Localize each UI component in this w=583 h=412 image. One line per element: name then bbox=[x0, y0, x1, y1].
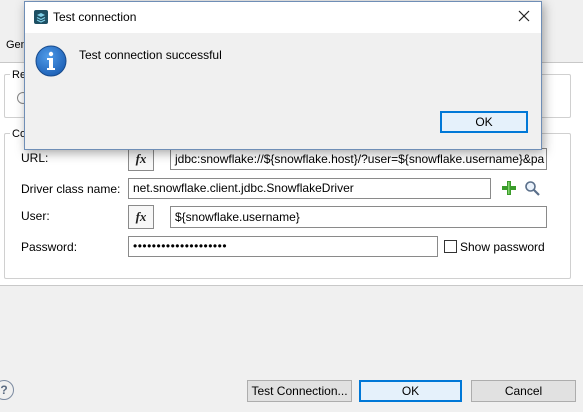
user-input[interactable]: ${snowflake.username} bbox=[170, 206, 547, 228]
show-password-checkbox[interactable] bbox=[444, 240, 457, 253]
user-expression-button[interactable]: fx bbox=[128, 205, 154, 229]
test-connection-button[interactable]: Test Connection... bbox=[247, 380, 352, 402]
password-input[interactable]: •••••••••••••••••••• bbox=[128, 236, 438, 257]
url-label: URL: bbox=[21, 151, 49, 165]
modal-title: Test connection bbox=[53, 10, 137, 24]
ok-button[interactable]: OK bbox=[359, 380, 462, 402]
help-icon[interactable]: ? bbox=[0, 380, 14, 400]
cancel-button[interactable]: Cancel bbox=[471, 380, 576, 402]
password-label: Password: bbox=[21, 240, 78, 254]
test-connection-modal: Test connection Test connection successf… bbox=[24, 1, 542, 150]
magnifier-icon[interactable] bbox=[524, 180, 540, 196]
app-icon bbox=[34, 10, 48, 24]
driver-class-label: Driver class name: bbox=[21, 182, 121, 196]
plus-icon[interactable] bbox=[501, 180, 517, 196]
driver-class-input[interactable]: net.snowflake.client.jdbc.SnowflakeDrive… bbox=[128, 178, 491, 199]
close-icon[interactable] bbox=[516, 8, 532, 24]
modal-message: Test connection successful bbox=[79, 48, 222, 62]
user-label: User: bbox=[21, 209, 50, 223]
show-password-label: Show password bbox=[460, 240, 545, 254]
modal-ok-button[interactable]: OK bbox=[440, 111, 528, 133]
info-icon bbox=[35, 45, 67, 77]
url-input[interactable]: jdbc:snowflake://${snowflake.host}/?user… bbox=[170, 148, 547, 170]
modal-body: Test connection successful OK bbox=[25, 33, 541, 149]
url-expression-button[interactable]: fx bbox=[128, 147, 154, 171]
